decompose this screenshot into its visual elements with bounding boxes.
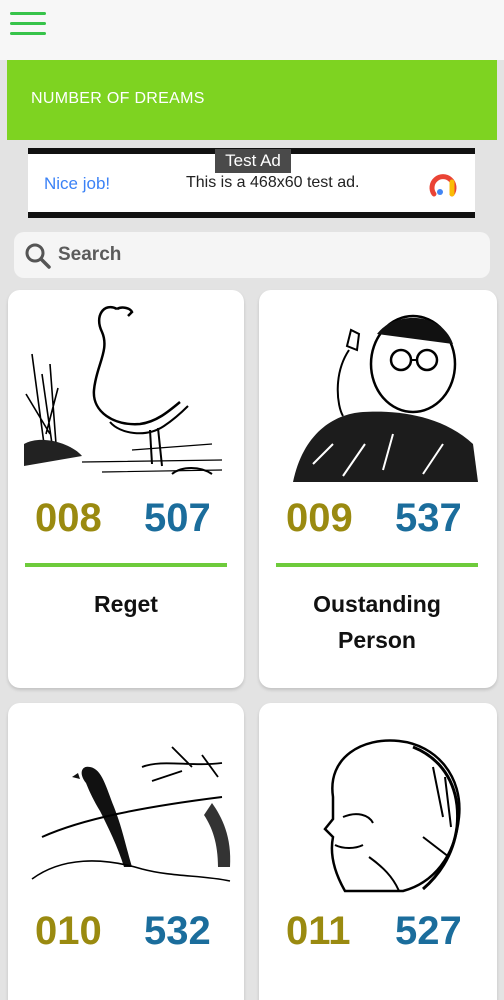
card-divider	[276, 563, 478, 567]
adchoices-logo-icon[interactable]	[428, 170, 458, 200]
card-number-secondary: 537	[395, 496, 462, 540]
dream-card[interactable]: 011 527	[259, 703, 497, 1000]
search-input[interactable]	[58, 240, 478, 270]
old-man-profile-illustration	[323, 739, 461, 893]
top-app-bar	[0, 0, 504, 60]
card-divider	[25, 563, 227, 567]
card-number-secondary: 527	[395, 909, 462, 953]
search-icon	[25, 243, 51, 269]
card-number-primary: 008	[35, 496, 102, 540]
card-number-secondary: 532	[144, 909, 211, 953]
search-bar[interactable]	[14, 232, 490, 278]
card-number-primary: 011	[286, 909, 351, 953]
bird-on-branch-illustration	[31, 746, 231, 882]
card-number-primary: 009	[286, 496, 353, 540]
card-number-primary: 010	[35, 909, 102, 953]
page-title: NUMBER OF DREAMS	[31, 90, 205, 107]
header-banner: NUMBER OF DREAMS	[7, 60, 497, 140]
flamingo-illustration	[24, 306, 223, 475]
ad-label: Test Ad	[215, 149, 291, 173]
ad-text: This is a 468x60 test ad.	[186, 174, 360, 191]
card-title: Reget	[94, 591, 158, 617]
card-number-secondary: 507	[144, 496, 211, 540]
ad-cta[interactable]: Nice job!	[44, 174, 110, 194]
dream-card[interactable]: 008 507 Reget	[8, 290, 244, 688]
man-with-glasses-illustration	[293, 314, 478, 482]
card-title: Oustanding Person	[313, 591, 441, 653]
hamburger-menu-icon[interactable]	[10, 12, 46, 36]
dream-card[interactable]: 010 532	[8, 703, 244, 1000]
dream-card[interactable]: 009 537 Oustanding Person	[259, 290, 497, 688]
